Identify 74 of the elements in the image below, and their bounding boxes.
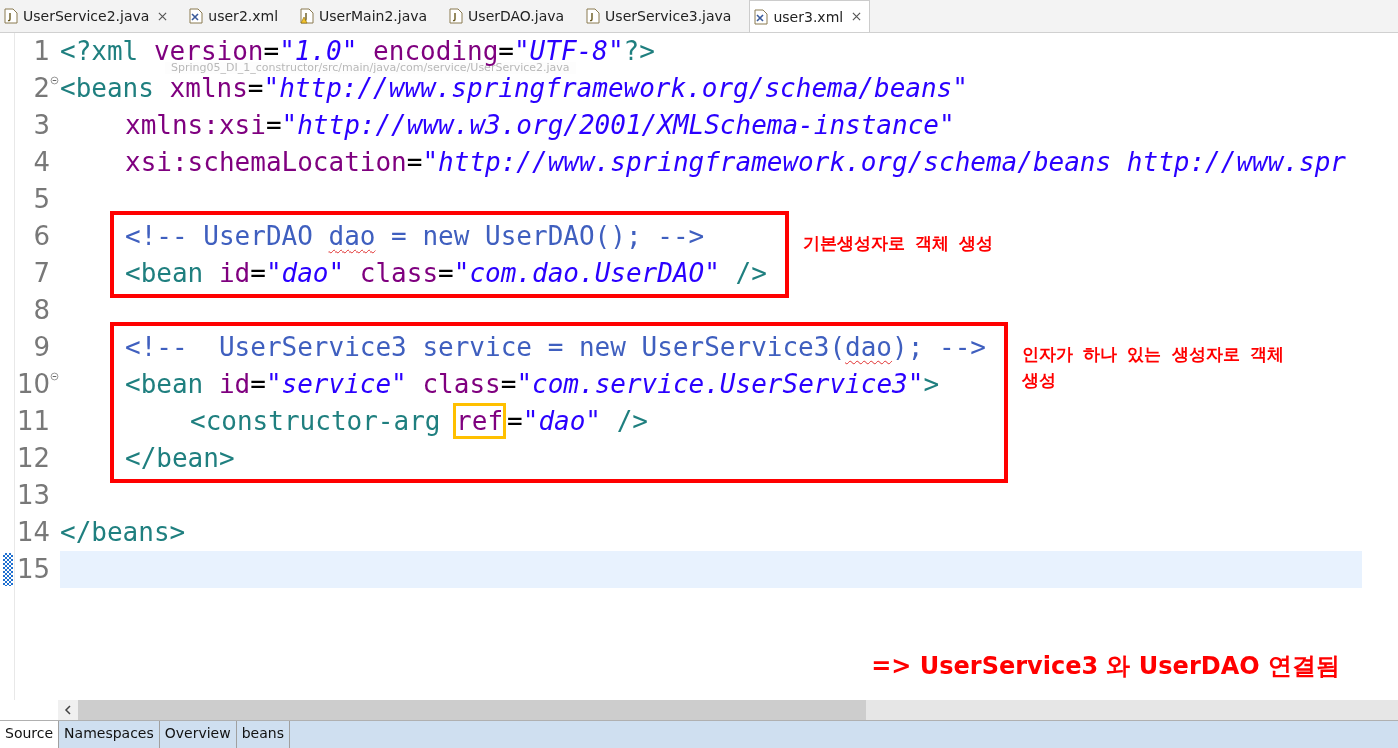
code-text: = (247, 73, 264, 103)
attribute-value: "http://www.springframework.org/schema/beans" (263, 73, 968, 103)
line-number: 6 (33, 220, 50, 253)
line-number: 15 (16, 553, 50, 586)
code-text: = (265, 110, 282, 140)
attribute-value: "com.service.UserService3" (516, 369, 924, 399)
xml-tag: /> (719, 258, 767, 288)
annotation-note: 인자가 하나 있는 생성자로 객체 생성 (1021, 343, 1285, 392)
attribute-name: id (218, 369, 251, 399)
page-tab[interactable]: Overview (159, 721, 237, 748)
conclusion-note: => UserService3 와 UserDAO 연결됨 (871, 651, 1340, 682)
xml-tag: <bean (125, 258, 219, 288)
code-comment: = new UserDAO(); --> (390, 221, 705, 251)
attribute-name: ref (453, 403, 507, 439)
close-icon[interactable] (852, 12, 862, 21)
xml-tag: </bean> (125, 443, 235, 473)
code-comment: ); --> (892, 332, 986, 362)
attribute-name: class (422, 369, 501, 399)
annotation-note: 기본생성자로 객체 생성 (802, 232, 995, 255)
attribute-name: xmlns (169, 73, 248, 103)
misspelled-word: dao (845, 332, 893, 362)
code-comment: <!-- UserService3 service = new UserService3( (125, 332, 846, 362)
xml-tag: <beans (60, 73, 170, 103)
line-number: 5 (33, 183, 50, 216)
attribute-value: "http://www.w3.org/2001/XMLSchema-instance" (281, 110, 955, 140)
editor-tab[interactable]: user2.xml (185, 0, 287, 32)
xml-tag: ?> (623, 36, 655, 66)
line-number: 3 (33, 109, 50, 142)
page-tab[interactable]: Source (0, 721, 60, 748)
editor-tab[interactable]: UserService2.java (0, 0, 176, 32)
line-number: 4 (33, 146, 50, 179)
line-number: 1 (33, 35, 50, 68)
code-text: = (500, 369, 517, 399)
line-number: 11 (16, 405, 50, 438)
line-number: 2 (33, 72, 50, 105)
attribute-name: xsi:schemaLocation (125, 147, 407, 177)
editor-tab[interactable]: UserDAO.java (445, 0, 573, 32)
line-number: 13 (16, 479, 50, 512)
editor-tab[interactable]: UserService3.java (582, 0, 740, 32)
attribute-value: "dao" (265, 258, 346, 288)
attribute-value: "http://www.springframework.org/schema/beans http://www.spr (422, 147, 1346, 177)
line-number: 7 (33, 257, 50, 290)
attribute-name: xmlns:xsi (125, 110, 266, 140)
misspelled-word: dao (328, 221, 376, 251)
attribute-value: "com.dao.UserDAO" (453, 258, 720, 288)
line-number: 10 (16, 368, 50, 401)
fold-icon[interactable] (50, 76, 59, 85)
xml-tag: <bean (125, 369, 219, 399)
xml-tag: </beans> (60, 517, 186, 547)
line-number: 12 (16, 442, 50, 475)
code-comment: <!-- UserDAO (125, 221, 314, 251)
page-tab[interactable]: Namespaces (59, 721, 160, 748)
fold-icon[interactable] (50, 372, 59, 381)
attribute-name: class (359, 258, 439, 288)
code-text: = (250, 258, 266, 288)
scroll-left-icon[interactable] (63, 705, 73, 715)
attribute-value: "service" (265, 369, 408, 399)
editor-tab[interactable]: user3.xml (749, 0, 871, 32)
editor-tab[interactable]: UserMain2.java (296, 0, 436, 32)
code-text: = (438, 258, 454, 288)
xml-tag: > (923, 369, 940, 399)
line-number: 9 (33, 331, 50, 364)
code-text: = (406, 147, 423, 177)
scrollbar-thumb[interactable] (78, 700, 866, 720)
code-text: = (250, 369, 266, 399)
code-text: = (507, 406, 523, 436)
xml-tag: <?xml (60, 36, 154, 66)
xml-tag: /> (601, 406, 648, 436)
line-number: 14 (16, 516, 50, 549)
line-number: 8 (33, 294, 50, 327)
close-icon[interactable] (158, 11, 168, 21)
attribute-value: "dao" (522, 406, 601, 436)
page-tab[interactable]: beans (236, 721, 290, 748)
attribute-name: id (218, 258, 251, 288)
